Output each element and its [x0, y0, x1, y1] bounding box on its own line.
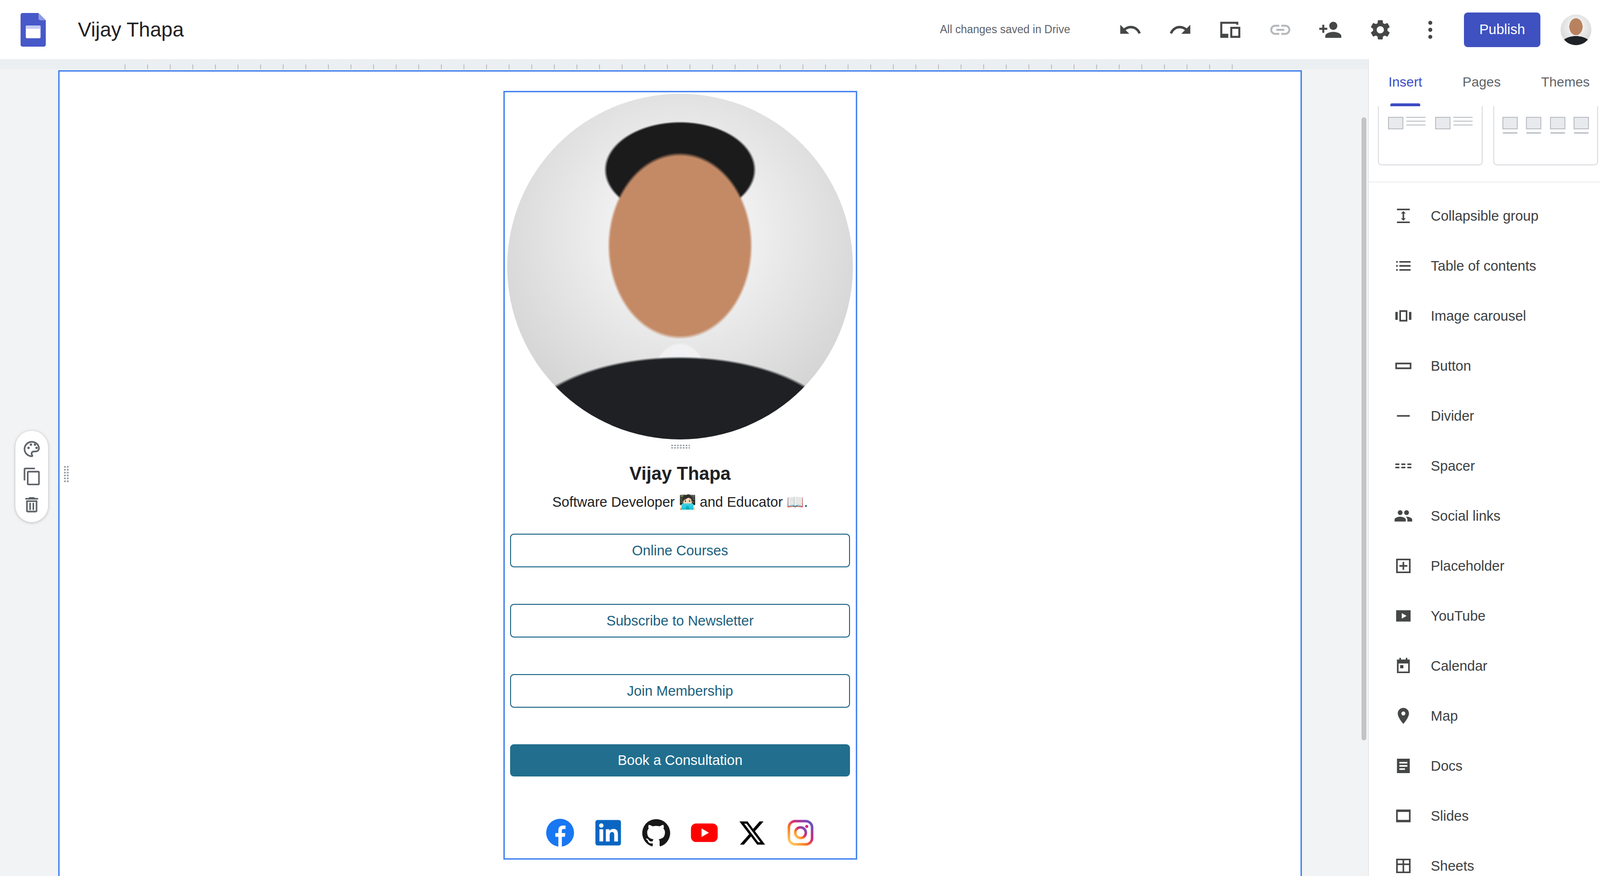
- redo-icon: [1168, 17, 1193, 42]
- instagram-icon[interactable]: [786, 818, 815, 847]
- list-icon: [1393, 256, 1413, 276]
- page-section[interactable]: Vijay Thapa Software Developer 🧑🏻‍💻 and E…: [58, 70, 1302, 876]
- youtube-icon: [1393, 606, 1413, 626]
- sheets-icon: [1393, 856, 1413, 876]
- docs-icon: [1393, 756, 1413, 776]
- share-button[interactable]: [1305, 10, 1356, 50]
- group-icon: [1393, 506, 1413, 526]
- more-button[interactable]: [1405, 10, 1456, 50]
- spacer-icon: [1393, 456, 1413, 476]
- insert-item[interactable]: Calendar: [1368, 640, 1600, 691]
- copy-link-button[interactable]: [1255, 10, 1306, 50]
- insert-item[interactable]: Social links: [1368, 490, 1600, 541]
- link-button[interactable]: Join Membership: [510, 674, 850, 708]
- insert-item[interactable]: Image carousel: [1368, 290, 1600, 341]
- insert-item[interactable]: Spacer: [1368, 440, 1600, 491]
- more-vert-icon: [1418, 17, 1443, 42]
- layout-thumbnails: [1368, 106, 1600, 166]
- linkedin-icon[interactable]: [594, 818, 623, 847]
- insert-item[interactable]: Docs: [1368, 740, 1600, 791]
- undo-button[interactable]: [1105, 10, 1156, 50]
- trash-icon[interactable]: [22, 494, 42, 514]
- section-toolbar: [15, 430, 49, 523]
- insert-item[interactable]: Map: [1368, 690, 1600, 741]
- x-logo-icon[interactable]: [738, 818, 767, 847]
- top-bar: Vijay Thapa All changes saved in Drive Pub…: [0, 0, 1600, 60]
- layout-option[interactable]: [1493, 106, 1599, 166]
- calendar-icon: [1393, 656, 1413, 676]
- canvas-scrollbar[interactable]: [1361, 117, 1367, 741]
- editor-body: Vijay Thapa Software Developer 🧑🏻‍💻 and E…: [0, 59, 1600, 876]
- profile-photo[interactable]: [507, 93, 853, 440]
- insert-item[interactable]: Divider: [1368, 390, 1600, 441]
- section-drag-handle[interactable]: [63, 465, 70, 483]
- insert-item[interactable]: Sheets: [1368, 840, 1600, 876]
- site-title[interactable]: Vijay Thapa: [77, 18, 184, 42]
- insert-item[interactable]: Collapsible group: [1368, 190, 1600, 241]
- account-avatar[interactable]: [1560, 14, 1592, 46]
- link-button[interactable]: Book a Consultation: [510, 744, 850, 777]
- facebook-icon[interactable]: [546, 818, 575, 847]
- ruler: [0, 59, 1369, 70]
- save-status: All changes saved in Drive: [939, 23, 1071, 37]
- devices-icon: [1218, 17, 1243, 42]
- carousel-icon: [1393, 306, 1413, 326]
- publish-button[interactable]: Publish: [1463, 12, 1541, 48]
- insert-item[interactable]: Button: [1368, 340, 1600, 391]
- gear-icon: [1368, 17, 1393, 42]
- insert-item[interactable]: YouTube: [1368, 590, 1600, 641]
- insert-item[interactable]: Placeholder: [1368, 540, 1600, 591]
- link-buttons: Online Courses Subscribe to Newsletter Joi…: [510, 533, 850, 777]
- profile-name[interactable]: Vijay Thapa: [629, 462, 731, 485]
- undo-icon: [1118, 17, 1143, 42]
- insert-item[interactable]: Table of contents: [1368, 240, 1600, 291]
- preview-button[interactable]: [1205, 10, 1256, 50]
- collapse-icon: [1393, 206, 1413, 226]
- placeholder-icon: [1393, 556, 1413, 576]
- social-links: [546, 818, 815, 847]
- pin-icon: [1393, 706, 1413, 726]
- profile-bio[interactable]: Software Developer 🧑🏻‍💻 and Educator 📖.: [548, 493, 812, 511]
- insert-item[interactable]: Slides: [1368, 790, 1600, 841]
- insert-list: Collapsible groupTable of contentsImage …: [1368, 190, 1600, 876]
- link-icon: [1268, 17, 1293, 42]
- link-button[interactable]: Online Courses: [510, 533, 850, 568]
- side-panel: Insert Pages Themes Collapsible groupTable …: [1368, 59, 1600, 876]
- settings-button[interactable]: [1355, 10, 1406, 50]
- profile-card[interactable]: Vijay Thapa Software Developer 🧑🏻‍💻 and E…: [503, 90, 858, 860]
- layout-option[interactable]: [1377, 106, 1483, 166]
- youtube-icon[interactable]: [690, 818, 719, 847]
- divider-icon: [1393, 406, 1413, 426]
- link-button[interactable]: Subscribe to Newsletter: [510, 603, 850, 638]
- github-icon[interactable]: [642, 818, 671, 847]
- panel-tab[interactable]: Themes: [1540, 72, 1590, 92]
- slides-icon: [1393, 806, 1413, 826]
- google-sites-logo-icon[interactable]: [20, 12, 47, 47]
- panel-tab[interactable]: Pages: [1462, 72, 1501, 92]
- panel-tab[interactable]: Insert: [1388, 72, 1423, 92]
- sites-editor: Vijay Thapa All changes saved in Drive Pub…: [0, 0, 1600, 876]
- drag-handle[interactable]: [670, 444, 690, 450]
- panel-tabs: Insert Pages Themes: [1368, 59, 1600, 105]
- palette-icon[interactable]: [22, 439, 42, 459]
- canvas-area: Vijay Thapa Software Developer 🧑🏻‍💻 and E…: [0, 59, 1369, 876]
- redo-button[interactable]: [1155, 10, 1206, 50]
- button-icon: [1393, 356, 1413, 376]
- person-add-icon: [1318, 17, 1343, 42]
- duplicate-icon[interactable]: [22, 466, 42, 487]
